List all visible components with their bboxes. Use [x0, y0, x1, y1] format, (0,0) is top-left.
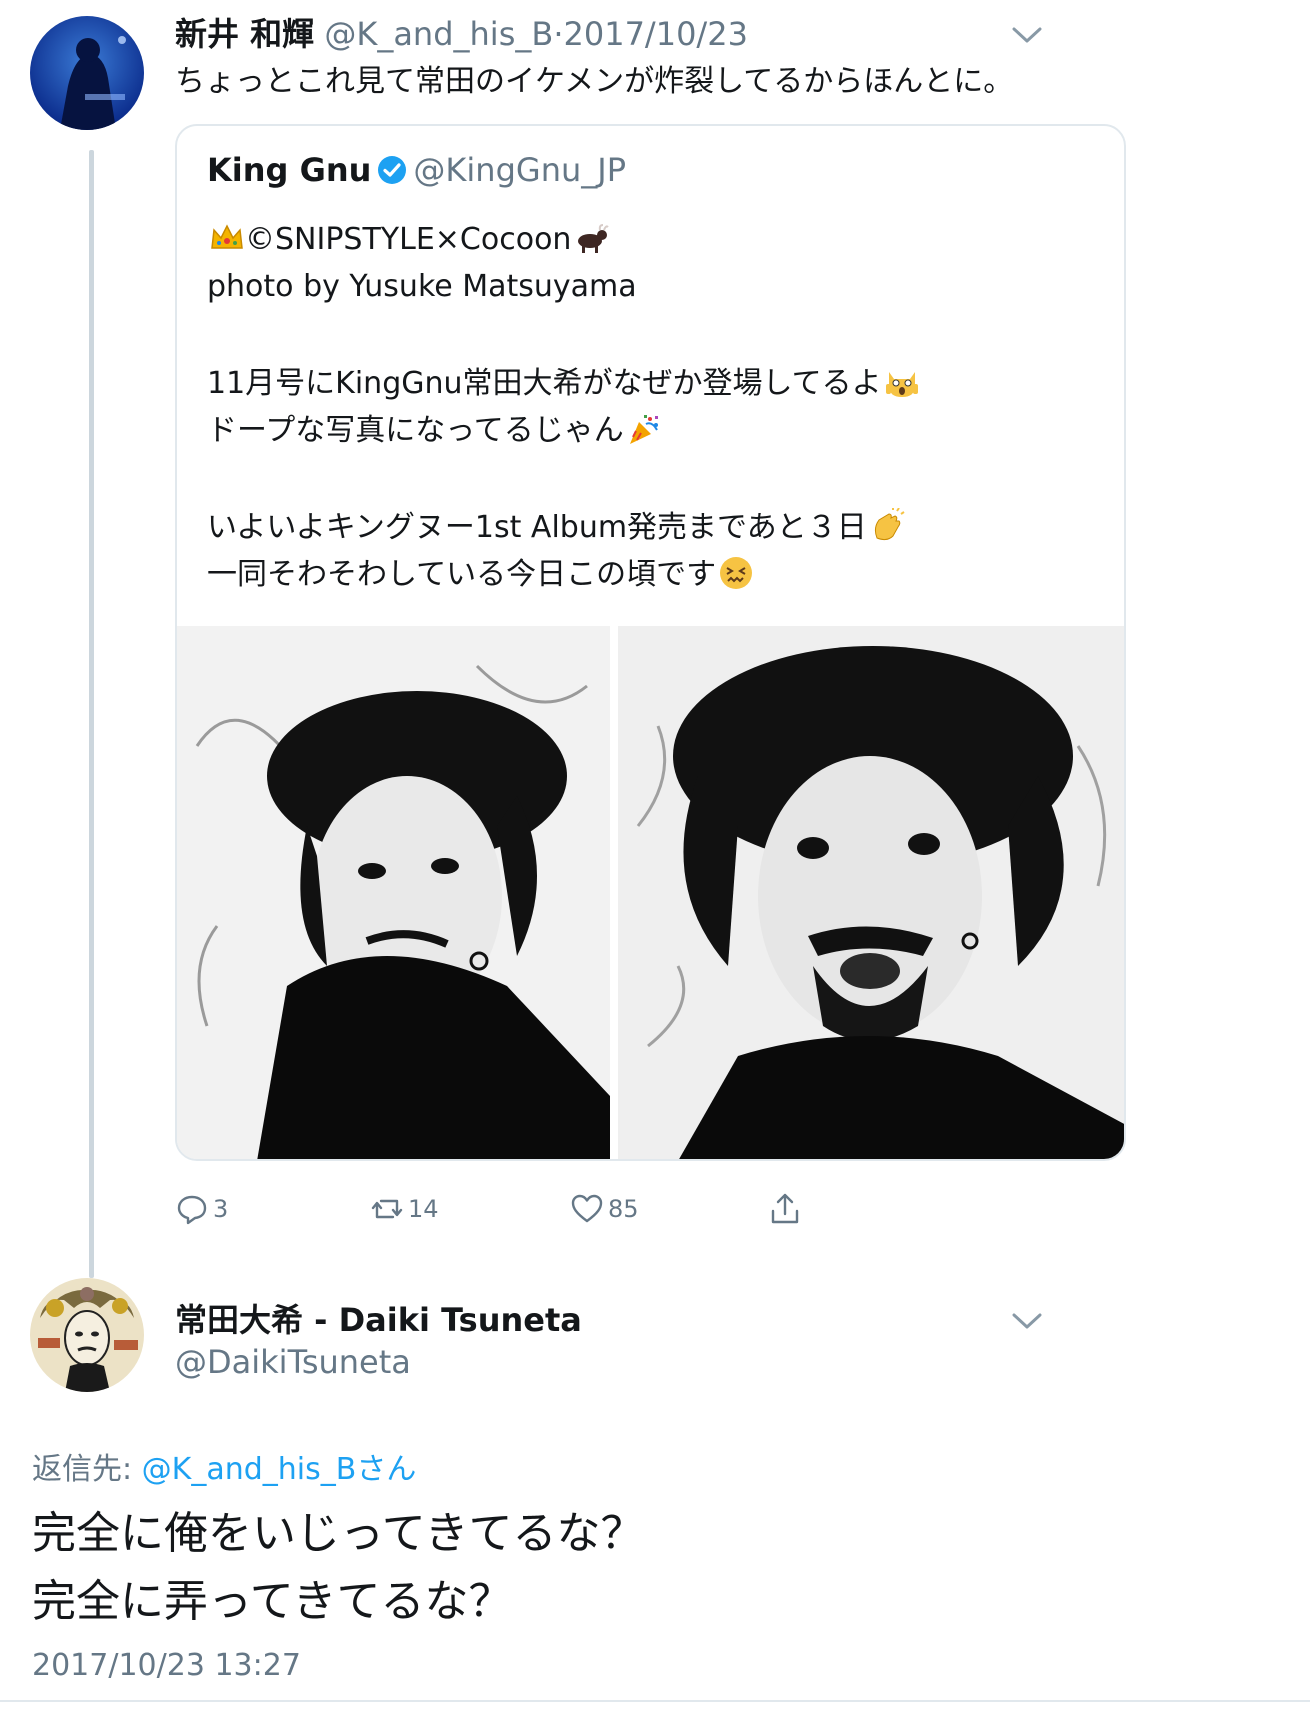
- quoted-tweet-card[interactable]: King Gnu @KingGnu_JP ©SNIPSTYLE×Cocoon ph…: [175, 124, 1126, 1161]
- replying-to-label: 返信先:: [32, 1452, 133, 1487]
- quoted-line-6: 一同そわそわしている今日この頃です: [207, 557, 717, 592]
- like-count: 85: [608, 1195, 639, 1223]
- reply-text-line-2: 完全に弄ってきてるな？: [32, 1576, 513, 1627]
- verified-badge-icon: [377, 154, 407, 184]
- replying-to-mention[interactable]: @K_and_his_Bさん: [142, 1452, 417, 1487]
- tweet-header: 新井 和輝 @K_and_his_B·2017/10/23: [175, 14, 748, 54]
- retweet-action[interactable]: 14: [370, 1190, 439, 1228]
- reply-count: 3: [213, 1195, 229, 1223]
- quoted-line-5: いよいよキングヌー1st Album発売まであと３日: [207, 510, 867, 545]
- author-name[interactable]: 新井 和輝: [175, 15, 314, 53]
- retweet-count: 14: [408, 1195, 439, 1223]
- reply-chevron-down-icon[interactable]: [1010, 1310, 1044, 1332]
- reply-icon: [175, 1192, 209, 1226]
- quoted-tweet-text: ©SNIPSTYLE×Cocoon photo by Yusuke Matsuy…: [207, 216, 920, 598]
- crown-emoji: [209, 220, 245, 256]
- like-action[interactable]: 85: [570, 1190, 639, 1228]
- quoted-line-3: 11月号にKingGnu常田大希がなぜか登場してるよ: [207, 366, 882, 401]
- confounded-face-emoji: [718, 555, 754, 591]
- ox-emoji: [573, 220, 610, 256]
- quoted-line-4: ドープな写真になってるじゃん: [207, 413, 624, 448]
- separator-dot: ·: [553, 15, 564, 53]
- reply-author-avatar[interactable]: [30, 1278, 144, 1392]
- author-handle[interactable]: @K_and_his_B: [324, 15, 553, 53]
- quoted-author-handle[interactable]: @KingGnu_JP: [413, 151, 626, 189]
- divider: [0, 1700, 1310, 1702]
- tweet-date[interactable]: 2017/10/23: [563, 15, 747, 53]
- quoted-photo-1[interactable]: [177, 626, 610, 1159]
- reply-action[interactable]: 3: [175, 1190, 228, 1228]
- replying-to: 返信先: @K_and_his_Bさん: [32, 1450, 416, 1490]
- clapping-hands-emoji: [869, 507, 905, 544]
- share-action[interactable]: [768, 1190, 806, 1228]
- party-popper-emoji: [626, 411, 662, 447]
- thread-connector-line: [89, 150, 94, 1278]
- share-icon: [768, 1192, 802, 1226]
- quoted-line-1: ©SNIPSTYLE×Cocoon: [245, 222, 572, 257]
- screaming-cat-emoji: [884, 364, 920, 400]
- retweet-icon: [370, 1192, 404, 1226]
- quoted-author-name[interactable]: King Gnu: [207, 151, 371, 189]
- reply-text: 完全に俺をいじってきてるな？ 完全に弄ってきてるな？: [32, 1500, 644, 1636]
- tweet-text: ちょっとこれ見て常田のイケメンが炸裂してるからほんとに。: [175, 64, 1014, 99]
- quoted-photo-2[interactable]: [618, 626, 1124, 1159]
- author-avatar[interactable]: [30, 16, 144, 130]
- reply-timestamp[interactable]: 2017/10/23 13:27: [32, 1646, 301, 1686]
- heart-icon: [570, 1192, 604, 1226]
- quoted-line-2: photo by Yusuke Matsuyama: [207, 269, 637, 304]
- reply-text-line-1: 完全に俺をいじってきてるな？: [32, 1508, 645, 1559]
- reply-author-handle[interactable]: @DaikiTsuneta: [175, 1342, 411, 1382]
- quoted-tweet-header: King Gnu @KingGnu_JP: [207, 150, 626, 190]
- chevron-down-icon[interactable]: [1010, 24, 1044, 46]
- reply-author-name[interactable]: 常田大希 - Daiki Tsuneta: [175, 1300, 582, 1340]
